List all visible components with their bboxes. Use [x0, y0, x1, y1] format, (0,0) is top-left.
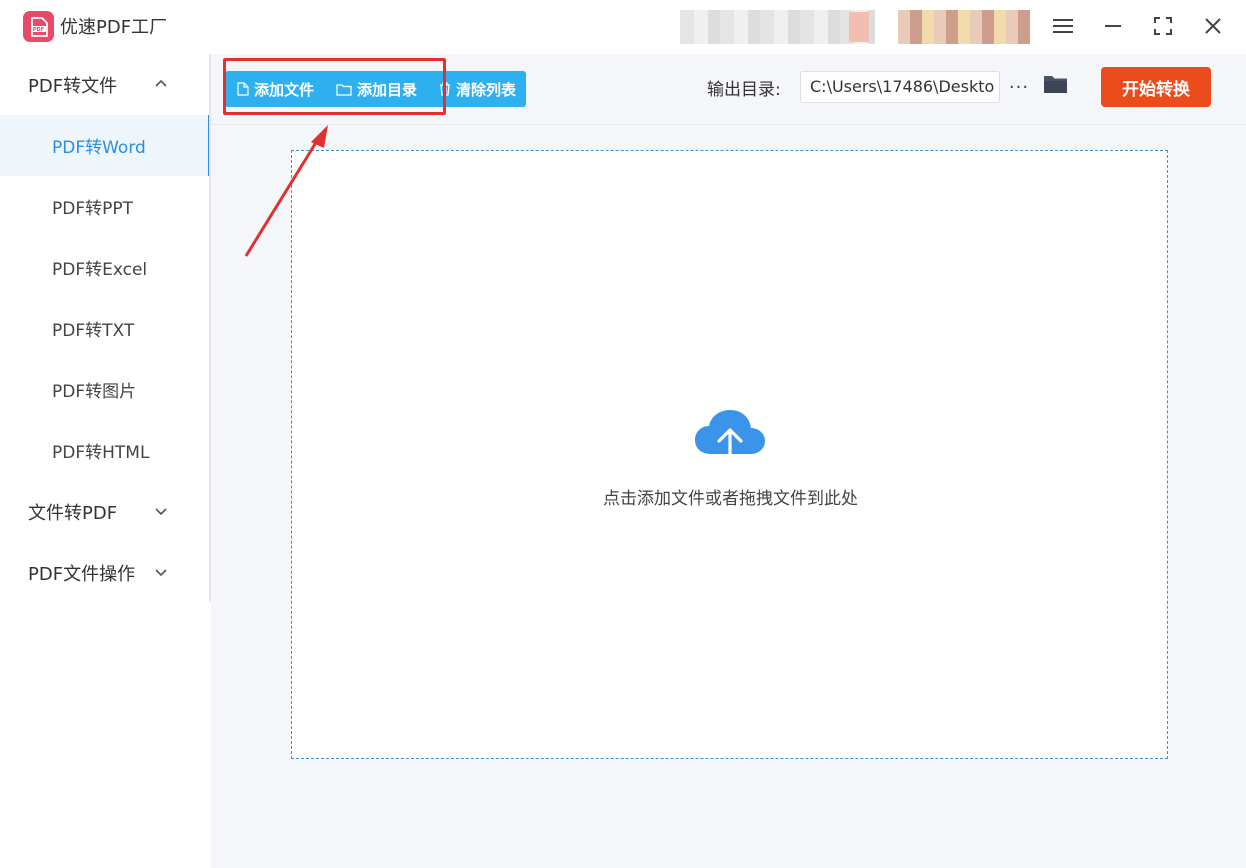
file-action-buttons: 添加文件 添加目录 清除列表	[225, 71, 527, 107]
hamburger-menu-icon[interactable]	[1045, 8, 1081, 44]
fullscreen-icon[interactable]	[1145, 8, 1181, 44]
app-window: PDF 优速PDF工厂 PDF转文件 PDF转Word PDF转PPT PDF转…	[0, 0, 1246, 868]
minimize-icon[interactable]	[1095, 8, 1131, 44]
sidebar-item-pdf-to-word[interactable]: PDF转Word	[0, 115, 211, 176]
sidebar-item-pdf-to-txt[interactable]: PDF转TXT	[0, 298, 211, 359]
svg-text:PDF: PDF	[32, 27, 43, 33]
blurred-avatar	[898, 10, 1030, 44]
sidebar-group-label: 文件转PDF	[28, 502, 118, 524]
chevron-up-icon	[155, 79, 167, 87]
sidebar-item-label: PDF转图片	[52, 382, 137, 402]
more-options-button[interactable]: ···	[1007, 71, 1031, 103]
file-icon	[237, 82, 249, 96]
sidebar-item-label: PDF转HTML	[52, 443, 150, 463]
sidebar-item-pdf-to-excel[interactable]: PDF转Excel	[0, 237, 211, 298]
sidebar-item-pdf-to-html[interactable]: PDF转HTML	[0, 420, 211, 481]
drop-zone-text: 点击添加文件或者拖拽文件到此处	[603, 489, 858, 509]
sidebar-group-label: PDF转文件	[28, 75, 118, 97]
toolbar: 添加文件 添加目录 清除列表 输出目录: C:\Users\17486\Desk…	[211, 54, 1246, 125]
folder-outline-icon	[336, 83, 352, 96]
file-drop-zone[interactable]: 点击添加文件或者拖拽文件到此处	[291, 150, 1168, 759]
clear-list-label: 清除列表	[456, 80, 517, 99]
close-icon[interactable]	[1195, 8, 1231, 44]
chevron-down-icon	[155, 569, 167, 577]
app-title: 优速PDF工厂	[60, 17, 168, 38]
output-dir-label: 输出目录:	[707, 80, 781, 100]
clear-list-button[interactable]: 清除列表	[427, 71, 526, 107]
main-panel: 添加文件 添加目录 清除列表 输出目录: C:\Users\17486\Desk…	[211, 54, 1246, 868]
blurred-user-info	[680, 10, 875, 44]
output-dir-input[interactable]: C:\Users\17486\Deskto	[800, 71, 1000, 103]
sidebar-item-pdf-to-image[interactable]: PDF转图片	[0, 359, 211, 420]
sidebar: PDF转文件 PDF转Word PDF转PPT PDF转Excel PDF转TX…	[0, 54, 211, 868]
sidebar-item-label: PDF转Word	[52, 138, 146, 158]
sidebar-group-file-to-pdf[interactable]: 文件转PDF	[0, 481, 211, 542]
add-file-label: 添加文件	[254, 80, 315, 99]
start-convert-button[interactable]: 开始转换	[1101, 67, 1211, 107]
trash-icon	[440, 82, 451, 96]
title-bar: PDF 优速PDF工厂	[0, 0, 1246, 52]
sidebar-group-label: PDF文件操作	[28, 563, 136, 585]
sidebar-group-pdf-operations[interactable]: PDF文件操作	[0, 542, 211, 603]
sidebar-group-pdf-to-file[interactable]: PDF转文件	[0, 54, 211, 115]
sidebar-item-label: PDF转Excel	[52, 260, 148, 280]
app-logo-icon: PDF	[23, 11, 54, 42]
add-folder-label: 添加目录	[357, 80, 418, 99]
open-folder-icon[interactable]	[1043, 73, 1069, 99]
add-file-button[interactable]: 添加文件	[225, 71, 324, 107]
add-folder-button[interactable]: 添加目录	[324, 71, 427, 107]
cloud-upload-icon	[695, 410, 765, 472]
sidebar-item-label: PDF转TXT	[52, 321, 135, 341]
sidebar-item-label: PDF转PPT	[52, 199, 134, 219]
sidebar-item-pdf-to-ppt[interactable]: PDF转PPT	[0, 176, 211, 237]
chevron-down-icon	[155, 508, 167, 516]
